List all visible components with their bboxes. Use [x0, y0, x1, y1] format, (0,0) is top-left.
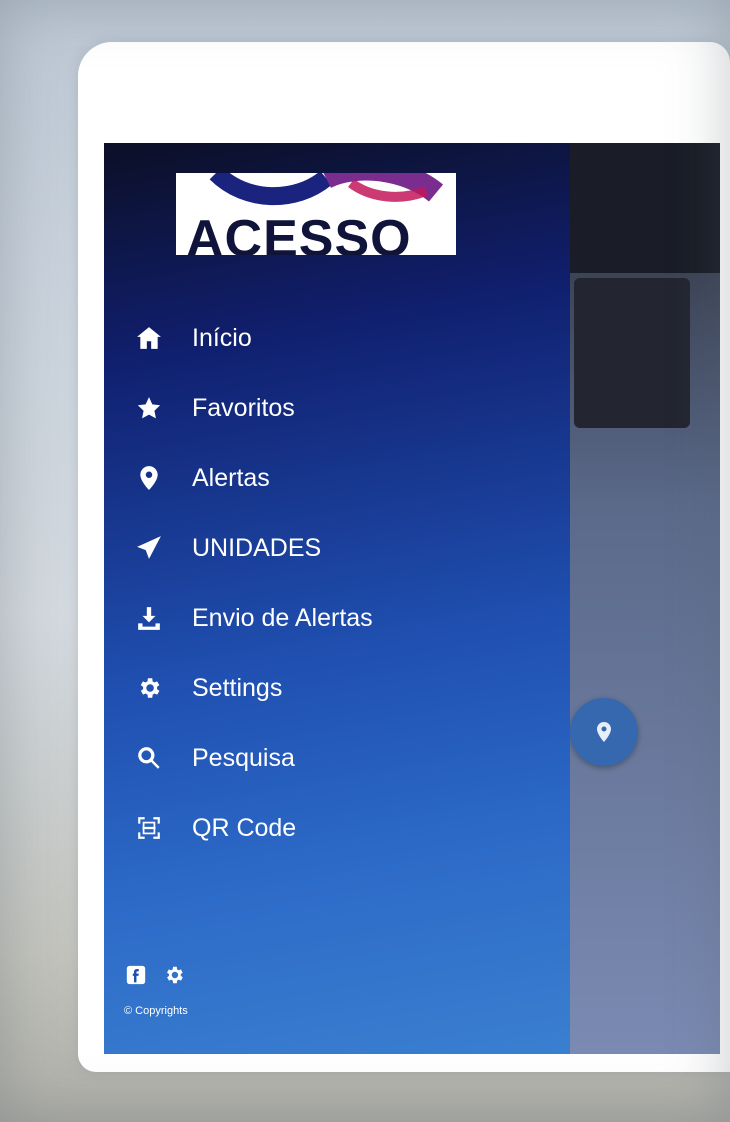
- menu-item-label: Alertas: [192, 463, 270, 492]
- gear-icon[interactable]: [162, 963, 186, 987]
- menu-item-label: Pesquisa: [192, 743, 295, 772]
- menu-item-favoritos[interactable]: Favoritos: [104, 373, 570, 443]
- drawer-footer-icons: [124, 963, 186, 987]
- menu-item-inicio[interactable]: Início: [104, 303, 570, 373]
- menu-item-pesquisa[interactable]: Pesquisa: [104, 723, 570, 793]
- menu-item-alertas[interactable]: Alertas: [104, 443, 570, 513]
- map-pin-fab-button[interactable]: [570, 698, 638, 766]
- menu-item-qr-code[interactable]: QR Code: [104, 793, 570, 863]
- menu-item-label: QR Code: [192, 813, 297, 842]
- menu-item-label: Favoritos: [192, 393, 295, 422]
- home-icon: [134, 323, 164, 353]
- qr-scan-icon: [134, 813, 164, 843]
- map-pin-icon: [597, 722, 611, 742]
- menu-item-label: UNIDADES: [192, 533, 322, 562]
- menu-item-label: Envio de Alertas: [192, 603, 373, 632]
- paper-plane-icon: [134, 533, 164, 563]
- menu-item-unidades[interactable]: UNIDADES: [104, 513, 570, 583]
- menu-item-settings[interactable]: Settings: [104, 653, 570, 723]
- menu-item-label: Início: [192, 323, 252, 352]
- copyright-text: © Copyrights: [124, 1005, 188, 1017]
- logo-text: ACESSO: [186, 210, 412, 255]
- menu-item-envio-de-alertas[interactable]: Envio de Alertas: [104, 583, 570, 653]
- download-icon: [134, 603, 164, 633]
- search-icon: [134, 743, 164, 773]
- app-screen: ACESSO Início Favoritos Alertas UNIDADES…: [104, 143, 720, 1054]
- navigation-drawer: ACESSO Início Favoritos Alertas UNIDADES…: [104, 143, 570, 1054]
- map-pin-icon: [134, 463, 164, 493]
- gear-icon: [134, 673, 164, 703]
- drawer-menu: Início Favoritos Alertas UNIDADES Envio …: [104, 303, 570, 863]
- facebook-icon[interactable]: [124, 963, 148, 987]
- acesso-logo: ACESSO: [176, 173, 456, 255]
- star-icon: [134, 393, 164, 423]
- menu-item-label: Settings: [192, 673, 283, 702]
- background-card: [574, 278, 690, 428]
